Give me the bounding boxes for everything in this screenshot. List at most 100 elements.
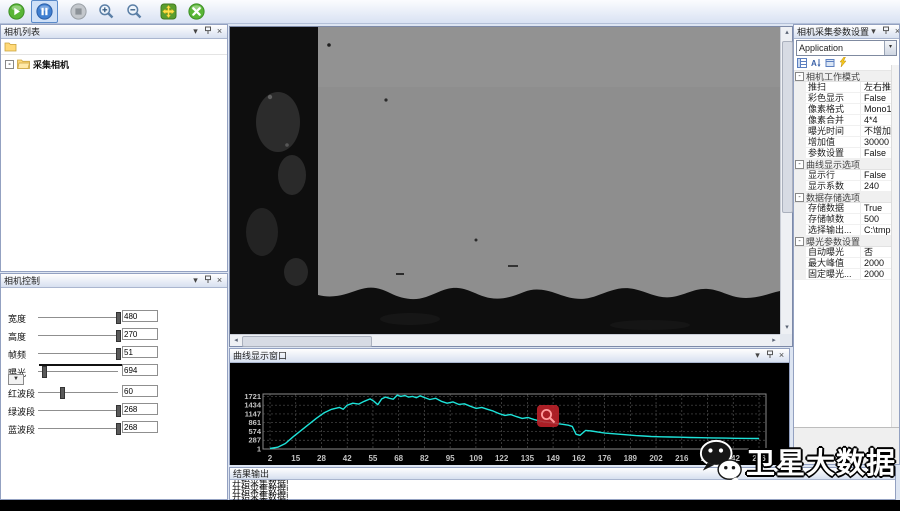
image-vertical-scrollbar[interactable]: ▴ ▾ <box>780 27 792 334</box>
property-category[interactable]: -曝光参数设置 <box>794 236 899 247</box>
fit-view-button[interactable] <box>155 0 182 23</box>
pin-icon[interactable] <box>765 350 774 361</box>
slider-value-input[interactable] <box>122 328 158 340</box>
property-row[interactable]: 像素合并4*4 <box>794 115 899 126</box>
slider-track[interactable] <box>38 335 118 336</box>
slider-value-input[interactable] <box>122 403 158 415</box>
slider-handle[interactable] <box>116 330 121 342</box>
property-row[interactable]: 显示行False <box>794 170 899 181</box>
pin-icon[interactable] <box>203 26 212 37</box>
property-category[interactable]: -曲线显示选项 <box>794 159 899 170</box>
property-row[interactable]: 自动曝光否 <box>794 247 899 258</box>
property-category[interactable]: -数据存储选项 <box>794 192 899 203</box>
watermark-text: 卫星大数据 <box>746 440 896 482</box>
panel-close-icon[interactable]: × <box>893 27 899 36</box>
row-indent <box>794 148 806 158</box>
svg-text:A: A <box>811 59 817 68</box>
scroll-down-icon[interactable]: ▾ <box>781 322 793 334</box>
combo-dropdown-icon[interactable]: ▾ <box>884 41 896 55</box>
slider-handle[interactable] <box>116 423 121 435</box>
panel-close-icon[interactable]: × <box>777 351 786 360</box>
category-expander-icon[interactable]: - <box>795 72 804 81</box>
property-pages-button[interactable] <box>825 58 835 70</box>
camera-tree: -采集相机 <box>1 55 227 71</box>
property-grid-scrollbar[interactable] <box>891 65 899 427</box>
open-device-button[interactable] <box>3 40 18 53</box>
property-row[interactable]: 彩色显示False <box>794 93 899 104</box>
slider-handle[interactable] <box>60 387 65 399</box>
svg-text:1434: 1434 <box>244 401 262 410</box>
slider-value-input[interactable] <box>122 364 158 376</box>
horizontal-scroll-thumb[interactable] <box>242 336 372 347</box>
scroll-left-icon[interactable]: ◂ <box>230 335 242 347</box>
tree-expander-icon[interactable]: - <box>5 60 14 69</box>
svg-text:216: 216 <box>675 454 689 463</box>
property-category[interactable]: -相机工作模式 <box>794 71 899 82</box>
curve-window-header: 曲线显示窗口 ▾ × <box>230 349 789 363</box>
property-row[interactable]: 最大峰值2000 <box>794 258 899 269</box>
property-row[interactable]: 推扫左右推扫 <box>794 82 899 93</box>
object-selector-combo[interactable]: Application ▾ <box>796 40 897 56</box>
svg-text:287: 287 <box>248 436 261 445</box>
alphabetical-sort-button[interactable]: A <box>811 58 821 70</box>
image-horizontal-scrollbar[interactable]: ◂ ▸ <box>230 334 780 346</box>
slider-value-input[interactable] <box>122 346 158 358</box>
scroll-up-icon[interactable]: ▴ <box>781 27 793 39</box>
svg-text:1147: 1147 <box>245 409 261 418</box>
magnifier-icon <box>539 407 557 425</box>
close-icon <box>188 3 205 20</box>
row-indent <box>794 137 806 147</box>
slider-handle[interactable] <box>116 405 121 417</box>
scroll-right-icon[interactable]: ▸ <box>768 335 780 347</box>
slider-track[interactable] <box>38 371 118 372</box>
slider-track[interactable] <box>38 428 118 429</box>
property-row[interactable]: 增加值30000 <box>794 137 899 148</box>
slider-value-input[interactable] <box>122 385 158 397</box>
svg-text:135: 135 <box>521 454 535 463</box>
vertical-scroll-thumb[interactable] <box>782 41 793 213</box>
slider-handle[interactable] <box>116 312 121 324</box>
stop-button[interactable] <box>65 0 92 23</box>
property-row[interactable]: 固定曝光...2000 <box>794 269 899 280</box>
zoom-out-button[interactable] <box>121 0 148 23</box>
curve-window-title: 曲线显示窗口 <box>233 349 287 362</box>
categorized-view-button[interactable] <box>797 58 807 70</box>
slider-track[interactable] <box>38 392 118 393</box>
slider-track[interactable] <box>38 317 118 318</box>
panel-close-icon[interactable]: × <box>215 276 224 285</box>
pin-icon[interactable] <box>203 275 212 286</box>
close-acquisition-button[interactable] <box>183 0 210 23</box>
slider-handle[interactable] <box>116 348 121 360</box>
property-row[interactable]: 像素格式Mono12 <box>794 104 899 115</box>
property-name: 曝光时间 <box>806 126 861 136</box>
property-row[interactable]: 曝光时间不增加 <box>794 126 899 137</box>
panel-menu-icon[interactable]: ▾ <box>191 276 200 285</box>
category-expander-icon[interactable]: - <box>795 193 804 202</box>
pause-button[interactable] <box>31 0 58 23</box>
panel-menu-icon[interactable]: ▾ <box>191 27 200 36</box>
play-button[interactable] <box>3 0 30 23</box>
tree-item-camera[interactable]: -采集相机 <box>1 55 227 71</box>
pin-icon[interactable] <box>881 26 890 37</box>
red-magnifier-overlay[interactable] <box>537 405 559 427</box>
property-name: 显示行 <box>806 170 861 180</box>
slider-label: 红波段 <box>8 387 35 400</box>
category-expander-icon[interactable]: - <box>795 237 804 246</box>
slider-value-input[interactable] <box>122 310 158 322</box>
panel-menu-icon[interactable]: ▾ <box>869 27 878 36</box>
property-name: 自动曝光 <box>806 247 861 257</box>
play-icon <box>8 3 25 20</box>
slider-track[interactable] <box>38 410 118 411</box>
property-row[interactable]: 存储数据True <box>794 203 899 214</box>
events-button[interactable] <box>839 57 847 70</box>
panel-menu-icon[interactable]: ▾ <box>753 351 762 360</box>
zoom-in-button[interactable] <box>93 0 120 23</box>
slider-label: 帧频 <box>8 348 26 361</box>
slider-handle[interactable] <box>42 366 47 378</box>
category-expander-icon[interactable]: - <box>795 160 804 169</box>
slider-value-input[interactable] <box>122 421 158 433</box>
row-indent <box>794 93 806 103</box>
slider-track[interactable] <box>38 353 118 354</box>
property-row[interactable]: 存储帧数500 <box>794 214 899 225</box>
panel-close-icon[interactable]: × <box>215 27 224 36</box>
